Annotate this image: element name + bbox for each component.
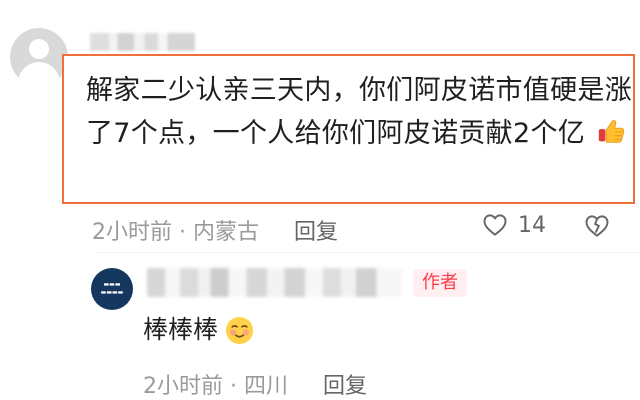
- like-button[interactable]: 14: [481, 211, 546, 239]
- reply-time: 2小时前: [143, 374, 223, 399]
- default-avatar-head: [29, 39, 49, 59]
- commenter-name-blurred[interactable]: [90, 33, 195, 51]
- author-avatar[interactable]: ▬▬▬ ▬▬▬▬: [91, 268, 133, 310]
- reply-divider: [96, 252, 640, 253]
- heart-icon[interactable]: [481, 211, 509, 239]
- dislike-icon[interactable]: [583, 212, 611, 240]
- comment-text: 解家二少认亲三天内，你们阿皮诺市值硬是涨了7个点，一个人给你们阿皮诺贡献2个亿: [86, 69, 634, 155]
- commenter-avatar[interactable]: [10, 28, 68, 86]
- thumbs-up-icon: [598, 120, 625, 143]
- reply-meta: 2小时前 · 四川 回复: [143, 368, 367, 400]
- default-avatar-body: [18, 62, 60, 86]
- reply-button[interactable]: 回复: [294, 220, 338, 245]
- reply-button-author[interactable]: 回复: [323, 374, 367, 399]
- reply-location: 四川: [244, 374, 289, 399]
- meta-separator: ·: [179, 220, 186, 245]
- author-avatar-logo: ▬▬▬ ▬▬▬▬: [100, 281, 124, 296]
- comment-meta: 2小时前 · 内蒙古 回复: [92, 214, 338, 246]
- author-badge: 作者: [413, 269, 467, 297]
- meta-separator: ·: [230, 374, 237, 399]
- comment-location: 内蒙古: [193, 220, 260, 245]
- comment-body: 解家二少认亲三天内，你们阿皮诺市值硬是涨了7个点，一个人给你们阿皮诺贡献2个亿: [86, 75, 632, 149]
- comment-time: 2小时前: [92, 220, 172, 245]
- reply-text-row: 棒棒棒: [143, 313, 255, 347]
- reply-text: 棒棒棒: [143, 315, 219, 344]
- shy-emoji-icon: [225, 316, 254, 344]
- like-count: 14: [518, 212, 546, 238]
- author-name-blurred[interactable]: [147, 268, 402, 297]
